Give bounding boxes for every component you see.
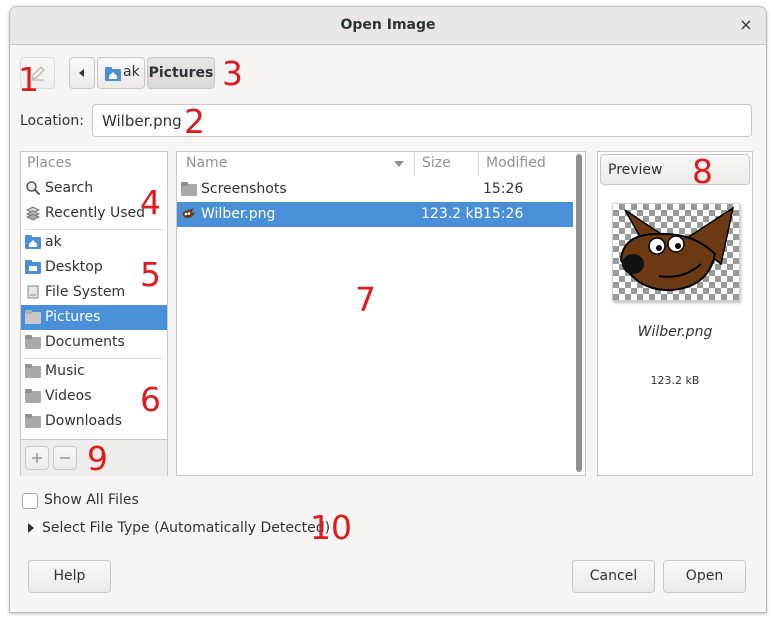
gimp-image-icon: [182, 208, 195, 218]
sidebar-item-label: Documents: [45, 334, 125, 350]
column-header-label: Size: [422, 155, 451, 171]
sidebar-item-label: Search: [45, 180, 94, 196]
folder-icon: [25, 310, 41, 324]
help-button-label: Help: [53, 568, 86, 584]
cancel-button-label: Cancel: [589, 568, 638, 584]
column-header-label: Name: [186, 155, 228, 171]
location-label: Location:: [20, 113, 84, 129]
drive-icon: [27, 285, 39, 299]
help-button[interactable]: Help: [28, 560, 111, 593]
sidebar-item-label: File System: [45, 284, 126, 300]
add-bookmark-button[interactable]: [25, 446, 49, 470]
expander-arrow-icon[interactable]: [27, 523, 35, 533]
file-type-expander-label[interactable]: Select File Type (Automatically Detected…: [42, 520, 330, 536]
preview-button-label: Preview: [608, 162, 663, 178]
sidebar-item-label: Downloads: [45, 413, 122, 429]
path-label-home: ak: [123, 64, 140, 80]
folder-icon: [25, 335, 41, 349]
back-button[interactable]: [69, 57, 95, 89]
annotation-number: 4: [140, 183, 161, 222]
wilber-image: [619, 206, 735, 292]
annotation-number: 1: [18, 60, 39, 99]
sidebar-item-label: Videos: [45, 388, 92, 404]
preview-filename: Wilber.png: [637, 324, 713, 340]
show-all-files-label[interactable]: Show All Files: [44, 492, 139, 508]
annotation-number: 5: [140, 255, 161, 294]
preview-thumbnail: [612, 203, 740, 301]
search-icon: [26, 181, 41, 196]
path-button-home[interactable]: ak: [97, 57, 145, 89]
dialog-title: Open Image: [340, 17, 436, 33]
file-name: Wilber.png: [201, 206, 276, 222]
plus-icon: [32, 453, 42, 463]
folder-icon: [181, 182, 197, 196]
home-folder-icon: [25, 235, 41, 249]
annotation-number: 9: [87, 439, 108, 478]
sidebar-item-label: ak: [45, 234, 62, 250]
file-modified: 15:26: [483, 181, 524, 197]
annotation-number: 7: [355, 280, 376, 319]
sidebar-item-label: Recently Used: [45, 205, 146, 221]
file-row[interactable]: Screenshots 15:26: [177, 177, 573, 202]
remove-bookmark-button[interactable]: [53, 446, 77, 470]
path-button-pictures[interactable]: Pictures: [147, 57, 215, 89]
file-size: 123.2 kB: [421, 206, 484, 222]
column-header-modified[interactable]: Modified: [478, 152, 574, 176]
column-header-name[interactable]: Name: [177, 152, 415, 176]
sidebar-item-pictures[interactable]: Pictures: [21, 305, 167, 330]
sidebar-item-label: Music: [45, 363, 85, 379]
annotation-number: 8: [692, 152, 713, 191]
sidebar-item-label: Pictures: [45, 309, 101, 325]
home-folder-icon: [105, 67, 121, 81]
preview-filesize: 123.2 kB: [650, 374, 700, 387]
annotation-number: 2: [184, 102, 205, 141]
places-header: Places: [27, 155, 72, 171]
annotation-number: 3: [222, 54, 243, 93]
titlebar: Open Image ×: [10, 7, 766, 45]
file-modified: 15:26: [483, 206, 524, 222]
desktop-folder-icon: [25, 260, 41, 274]
open-button-label: Open: [685, 568, 724, 584]
open-button[interactable]: Open: [663, 560, 746, 593]
left-arrow-icon: [79, 69, 84, 77]
folder-icon: [25, 389, 41, 403]
file-row[interactable]: Wilber.png 123.2 kB 15:26: [177, 202, 573, 227]
location-input-value: Wilber.png: [102, 112, 182, 130]
column-header-size[interactable]: Size: [414, 152, 479, 176]
sort-arrow-icon: [394, 161, 404, 167]
sidebar-item-label: Desktop: [45, 259, 103, 275]
annotation-number: 6: [140, 380, 161, 419]
sidebar-item-documents[interactable]: Documents: [21, 330, 167, 355]
recent-icon: [25, 206, 41, 221]
sidebar-item-home[interactable]: ak: [21, 230, 167, 255]
file-name: Screenshots: [201, 181, 287, 197]
preview-panel: Preview Wilber.png 123.2 kB: [597, 151, 753, 476]
show-all-files-checkbox[interactable]: [22, 493, 38, 509]
minus-icon: [60, 457, 70, 459]
column-header-label: Modified: [486, 155, 546, 171]
folder-icon: [25, 414, 41, 428]
cancel-button[interactable]: Cancel: [572, 560, 655, 593]
path-label-pictures: Pictures: [148, 65, 214, 81]
preview-button[interactable]: Preview: [600, 154, 750, 185]
file-list: Name Size Modified Screenshots 15:26 Wil…: [176, 151, 586, 476]
close-icon[interactable]: ×: [736, 15, 756, 35]
folder-icon: [25, 364, 41, 378]
annotation-number: 10: [310, 508, 352, 547]
vertical-scrollbar[interactable]: [576, 154, 582, 472]
